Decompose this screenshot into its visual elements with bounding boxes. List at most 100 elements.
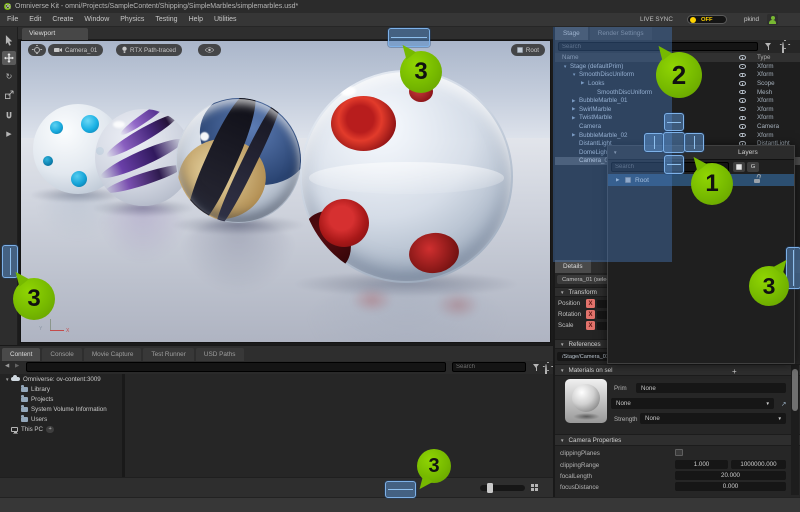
new-layer-button[interactable] xyxy=(733,162,745,172)
visibility-eye-icon[interactable] xyxy=(739,98,746,103)
callout-badge: 2 xyxy=(656,52,702,98)
dock-target-split-top[interactable] xyxy=(664,113,684,131)
dock-target-center[interactable] xyxy=(663,132,685,153)
viewport-visibility-button[interactable] xyxy=(198,44,221,56)
bottom-panel-tab[interactable]: Movie Capture xyxy=(84,348,142,362)
play-button[interactable]: ▶ xyxy=(2,127,16,141)
clipping-range-min-field[interactable]: 1.000 xyxy=(675,460,728,469)
cube-icon xyxy=(517,47,523,53)
marble-cats-eye[interactable] xyxy=(176,98,301,223)
live-sync-toggle[interactable]: OFF xyxy=(687,15,727,24)
title-bar: Omniverse Kit - omni/Projects/SampleCont… xyxy=(0,0,800,14)
content-tree-item[interactable]: Projects xyxy=(0,394,122,404)
transform-section-header[interactable]: ▼ Transform xyxy=(555,287,609,297)
bottom-panel-tab[interactable]: Content xyxy=(2,348,40,362)
cursor-icon xyxy=(5,35,14,46)
add-material-button[interactable]: + xyxy=(732,367,737,376)
slider-handle[interactable] xyxy=(487,483,493,493)
grid-view-icon[interactable] xyxy=(531,484,534,487)
camera-select-button[interactable]: Camera_01 xyxy=(48,44,103,56)
user-avatar-icon[interactable] xyxy=(767,14,778,25)
menu-item[interactable]: Utilities xyxy=(214,16,237,23)
marble-detail xyxy=(406,230,461,277)
content-tree-item[interactable]: ▼ Omniverse: ov-content:3009 xyxy=(0,374,122,384)
prim-type: Xform xyxy=(757,71,774,78)
material-dropdown[interactable]: None ▼ xyxy=(611,398,774,409)
prim-type: Mesh xyxy=(757,89,772,96)
marble-detail xyxy=(113,121,125,128)
callout-badge: 3 xyxy=(13,278,55,320)
visibility-eye-icon[interactable] xyxy=(739,73,746,78)
axis-x-badge[interactable]: X xyxy=(586,299,595,308)
prim-value-field[interactable]: None xyxy=(636,383,786,393)
tab-viewport[interactable]: Viewport xyxy=(22,28,88,40)
content-tree-item[interactable]: Users xyxy=(0,414,122,424)
selection-field[interactable]: Camera_01 (selected) xyxy=(557,275,609,284)
visibility-eye-icon[interactable] xyxy=(739,116,746,121)
menu-item[interactable]: File xyxy=(7,16,18,23)
menu-item[interactable]: Window xyxy=(84,16,109,23)
add-connection-button[interactable]: + xyxy=(46,426,54,433)
camera-properties-header[interactable]: ▼ Camera Properties xyxy=(555,434,800,446)
nav-back-button[interactable]: ◀ xyxy=(5,363,9,369)
dock-target-split-bottom[interactable] xyxy=(664,155,684,174)
viewport-settings-button[interactable] xyxy=(28,44,46,56)
menu-item[interactable]: Create xyxy=(52,16,73,23)
menu-item[interactable]: Edit xyxy=(29,16,41,23)
move-tool-button[interactable] xyxy=(2,51,16,65)
content-tree-item[interactable]: This PC + xyxy=(0,424,122,434)
transform-row-label: Scale xyxy=(558,322,584,329)
axis-x-badge[interactable]: X xyxy=(586,321,595,330)
rotate-tool-button[interactable]: ↻ xyxy=(2,69,16,83)
dock-target-split-left[interactable] xyxy=(644,133,664,152)
floor-reflection xyxy=(351,287,393,313)
content-tree-item[interactable]: System Volume Information xyxy=(0,404,122,414)
strength-dropdown[interactable]: None ▼ xyxy=(640,413,786,424)
renderer-button-label: RTX Path-traced xyxy=(130,47,176,54)
scale-tool-button[interactable] xyxy=(2,87,16,101)
axis-x-badge[interactable]: X xyxy=(586,310,595,319)
menu-item[interactable]: Help xyxy=(189,16,203,23)
user-name: pkind xyxy=(744,16,759,23)
visibility-eye-icon[interactable] xyxy=(739,133,746,138)
select-tool-button[interactable] xyxy=(2,33,16,47)
material-preview-thumbnail[interactable] xyxy=(565,379,607,423)
content-search-input[interactable] xyxy=(452,362,526,372)
root-prim-button[interactable]: Root xyxy=(511,44,545,56)
content-file-area[interactable] xyxy=(125,374,553,477)
content-path-input[interactable] xyxy=(26,362,446,372)
reference-path-field[interactable]: /Stage/Camera_01 xyxy=(557,352,609,361)
menu-item[interactable]: Testing xyxy=(155,16,177,23)
menu-item[interactable]: Physics xyxy=(120,16,144,23)
focal-length-field[interactable]: 20.000 xyxy=(675,471,786,480)
bottom-panel-tab[interactable]: Console xyxy=(42,348,81,362)
camera-icon xyxy=(54,47,62,53)
clipping-planes-icon[interactable] xyxy=(675,449,683,456)
bottom-panel-tab[interactable]: Test Runner xyxy=(143,348,193,362)
visibility-eye-icon[interactable] xyxy=(739,124,746,129)
global-button[interactable]: G xyxy=(747,162,759,172)
viewport-scene[interactable]: Camera_01 RTX Path-traced Root Y X xyxy=(20,40,551,343)
visibility-eye-icon[interactable] xyxy=(739,107,746,112)
snap-tool-button[interactable] xyxy=(2,109,16,123)
clipping-range-max-field[interactable]: 1000000.000 xyxy=(731,460,786,469)
renderer-select-button[interactable]: RTX Path-traced xyxy=(116,44,182,56)
external-link-icon[interactable]: ↗ xyxy=(781,400,786,408)
bottom-panel-tab[interactable]: USD Paths xyxy=(196,348,244,362)
property-label: focalLength xyxy=(560,473,592,480)
omniverse-kit-window: Omniverse Kit - omni/Projects/SampleCont… xyxy=(0,0,800,512)
visibility-eye-icon[interactable] xyxy=(739,64,746,69)
collapse-arrow-icon: ▼ xyxy=(560,290,564,295)
focus-distance-field[interactable]: 0.000 xyxy=(675,482,786,491)
close-button[interactable]: ✕ xyxy=(0,0,16,13)
visibility-eye-icon[interactable] xyxy=(739,81,746,86)
marble-red-dots[interactable] xyxy=(300,70,513,283)
materials-section-header[interactable]: ▼ Materials on sel + xyxy=(555,364,800,376)
references-section-header[interactable]: ▼ References xyxy=(555,339,609,349)
content-tree-item[interactable]: Library xyxy=(0,384,122,394)
axis-x-label: X xyxy=(66,328,69,334)
unlock-icon[interactable] xyxy=(754,177,760,183)
visibility-eye-icon[interactable] xyxy=(739,90,746,95)
scrollbar-thumb[interactable] xyxy=(792,369,798,411)
nav-forward-button[interactable]: ▶ xyxy=(15,363,19,369)
